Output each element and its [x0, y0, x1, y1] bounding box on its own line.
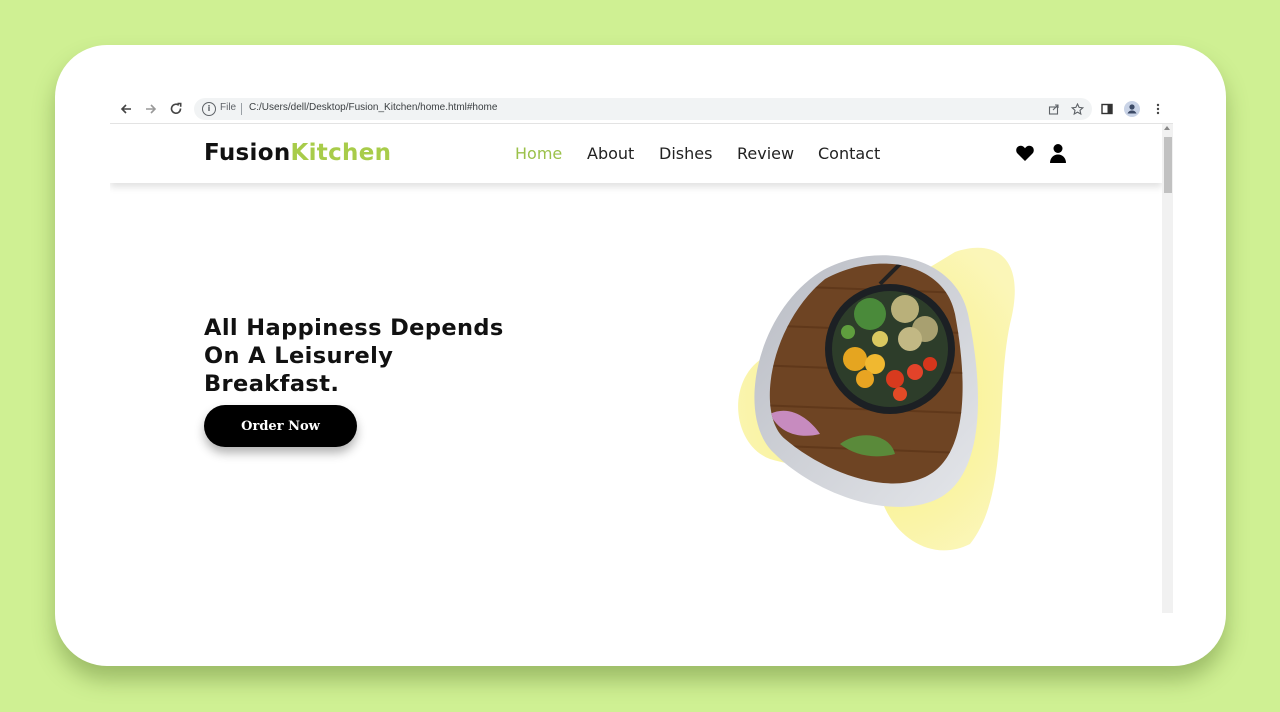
forward-arrow-icon[interactable] — [142, 100, 160, 118]
site-logo[interactable]: FusionKitchen — [204, 140, 391, 166]
side-panel-icon[interactable] — [1098, 100, 1116, 118]
back-arrow-icon[interactable] — [117, 100, 135, 118]
nav-home[interactable]: Home — [515, 144, 562, 163]
hero-title-line: Breakfast. — [204, 371, 340, 397]
menu-kebab-icon[interactable] — [1149, 100, 1167, 118]
order-now-button[interactable]: Order Now — [204, 405, 357, 447]
scheme-label: File — [220, 102, 237, 113]
page-scrollbar[interactable] — [1162, 124, 1173, 613]
nav-review[interactable]: Review — [737, 144, 794, 163]
divider — [241, 103, 242, 115]
nav-contact[interactable]: Contact — [818, 144, 880, 163]
url-text[interactable]: C:/Users/dell/Desktop/Fusion_Kitchen/hom… — [249, 102, 497, 113]
bookmark-star-icon[interactable] — [1069, 101, 1085, 117]
share-icon[interactable] — [1046, 101, 1062, 117]
profile-avatar-icon[interactable] — [1123, 100, 1141, 118]
hero-title: All Happiness Depends On A Leisurely Bre… — [204, 314, 544, 398]
heart-icon[interactable] — [1015, 143, 1035, 163]
user-icon[interactable] — [1048, 143, 1068, 163]
address-bar[interactable]: i File C:/Users/dell/Desktop/Fusion_Kitc… — [194, 98, 1092, 120]
nav-about[interactable]: About — [587, 144, 634, 163]
hero-title-line: On A Leisurely — [204, 343, 394, 369]
hero-title-line: All Happiness Depends — [204, 315, 504, 341]
reload-icon[interactable] — [167, 100, 185, 118]
hero-food-image — [738, 247, 1015, 551]
logo-part-1: Fusion — [204, 140, 291, 166]
info-icon[interactable]: i — [202, 102, 216, 116]
nav-dishes[interactable]: Dishes — [659, 144, 712, 163]
site-header: FusionKitchen Home About Dishes Review C… — [110, 124, 1162, 183]
scroll-up-arrow-icon[interactable] — [1164, 126, 1170, 130]
page-viewport: FusionKitchen Home About Dishes Review C… — [110, 124, 1162, 613]
scrollbar-thumb[interactable] — [1164, 137, 1172, 193]
browser-toolbar: i File C:/Users/dell/Desktop/Fusion_Kitc… — [110, 96, 1173, 124]
logo-part-2: Kitchen — [290, 140, 392, 166]
